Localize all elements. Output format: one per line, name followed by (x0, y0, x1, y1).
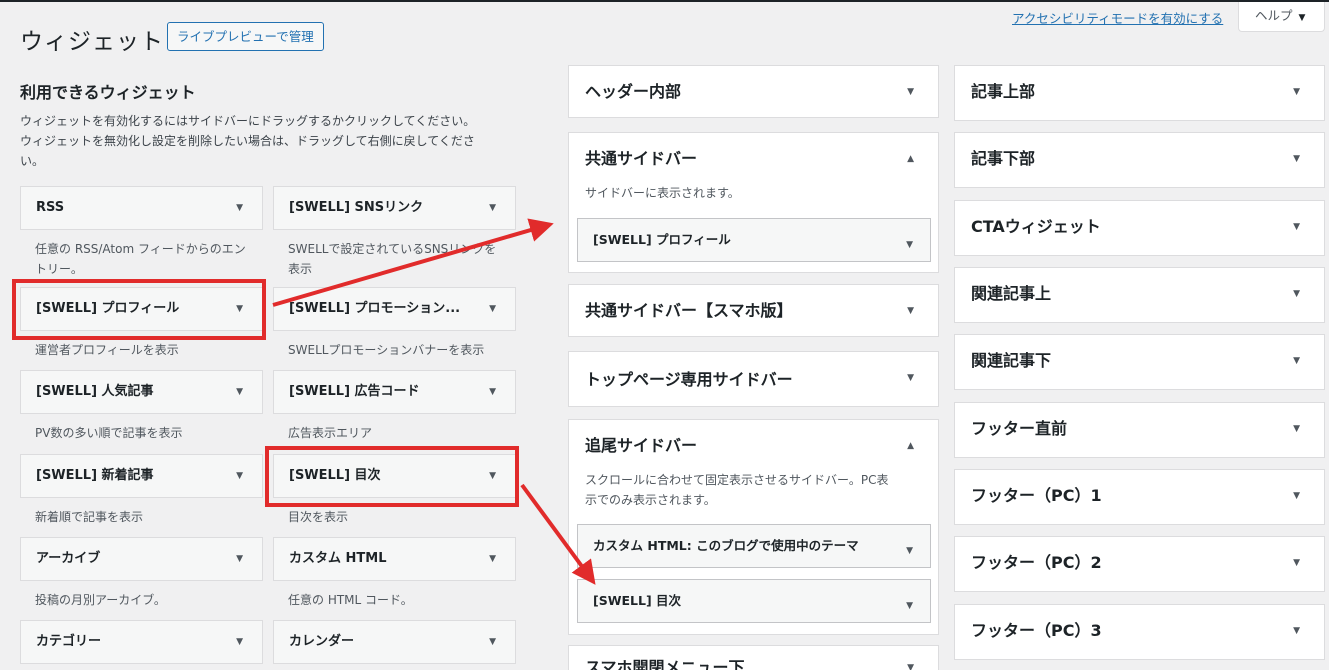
arrow-to-common-sidebar (272, 218, 554, 307)
annotation-arrows (272, 218, 596, 585)
arrow-to-sticky-sidebar (520, 483, 596, 585)
